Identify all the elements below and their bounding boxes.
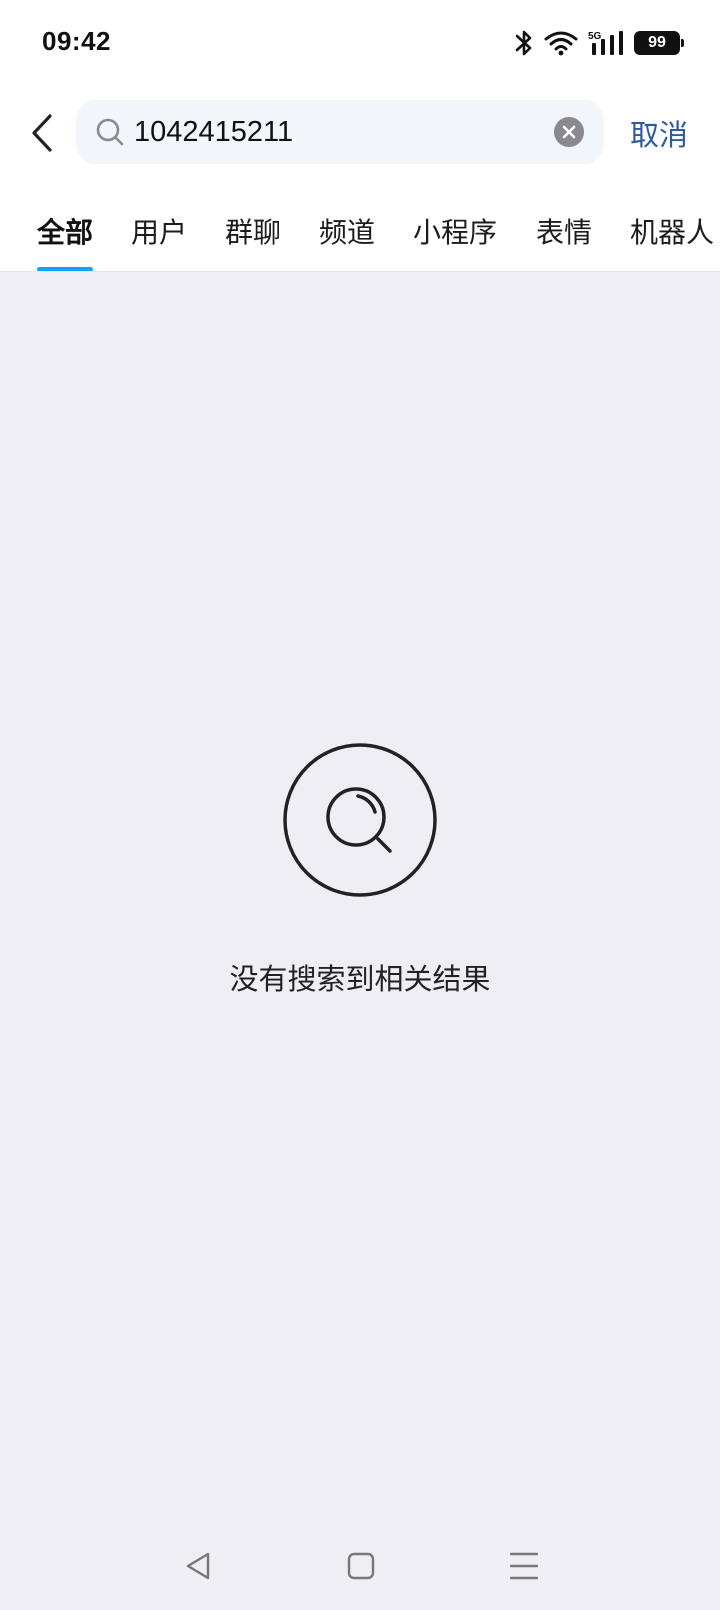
- tab-channels[interactable]: 频道: [319, 211, 375, 251]
- clear-button[interactable]: [554, 117, 584, 147]
- tab-stickers[interactable]: 表情: [536, 211, 592, 251]
- back-triangle-icon: [186, 1552, 210, 1580]
- system-nav-bar: [0, 1536, 720, 1596]
- menu-lines-icon: [509, 1552, 539, 1580]
- search-row: 取消: [0, 100, 720, 166]
- bluetooth-icon: [514, 29, 534, 57]
- nav-menu-button[interactable]: [504, 1546, 544, 1586]
- signal-icon: 5G: [588, 29, 624, 57]
- close-icon: [562, 125, 576, 139]
- wifi-icon: [544, 30, 578, 56]
- status-time: 09:42: [42, 26, 111, 56]
- nav-home-button[interactable]: [341, 1546, 381, 1586]
- tab-bots[interactable]: 机器人: [630, 211, 714, 251]
- search-box[interactable]: [76, 100, 604, 164]
- search-input[interactable]: [134, 100, 514, 164]
- status-icons: 5G 99: [514, 28, 684, 58]
- back-button[interactable]: [22, 108, 62, 158]
- tab-all[interactable]: 全部: [37, 211, 93, 251]
- status-bar: 09:42 5G 99: [0, 0, 720, 86]
- nav-back-button[interactable]: [178, 1546, 218, 1586]
- chevron-left-icon: [32, 114, 52, 152]
- empty-state-message: 没有搜索到相关结果: [229, 962, 491, 996]
- header-area: 09:42 5G 99 1042415211 取消 全部 用户 群聊 频道 小程…: [0, 0, 720, 272]
- header-divider: [0, 271, 720, 272]
- cancel-button[interactable]: 取消: [630, 112, 688, 154]
- network-type-label: 5G: [588, 31, 602, 42]
- empty-state: 没有搜索到相关结果: [0, 740, 720, 998]
- category-tabs: 全部 用户 群聊 频道 小程序 表情 机器人: [0, 205, 720, 272]
- tab-users[interactable]: 用户: [131, 211, 187, 251]
- tab-mini-programs[interactable]: 小程序: [413, 211, 497, 251]
- no-results-search-icon: [283, 743, 437, 897]
- search-icon: [96, 118, 124, 146]
- tab-group-chats[interactable]: 群聊: [225, 211, 281, 251]
- home-square-icon: [347, 1552, 375, 1580]
- battery-icon: 99: [634, 31, 684, 55]
